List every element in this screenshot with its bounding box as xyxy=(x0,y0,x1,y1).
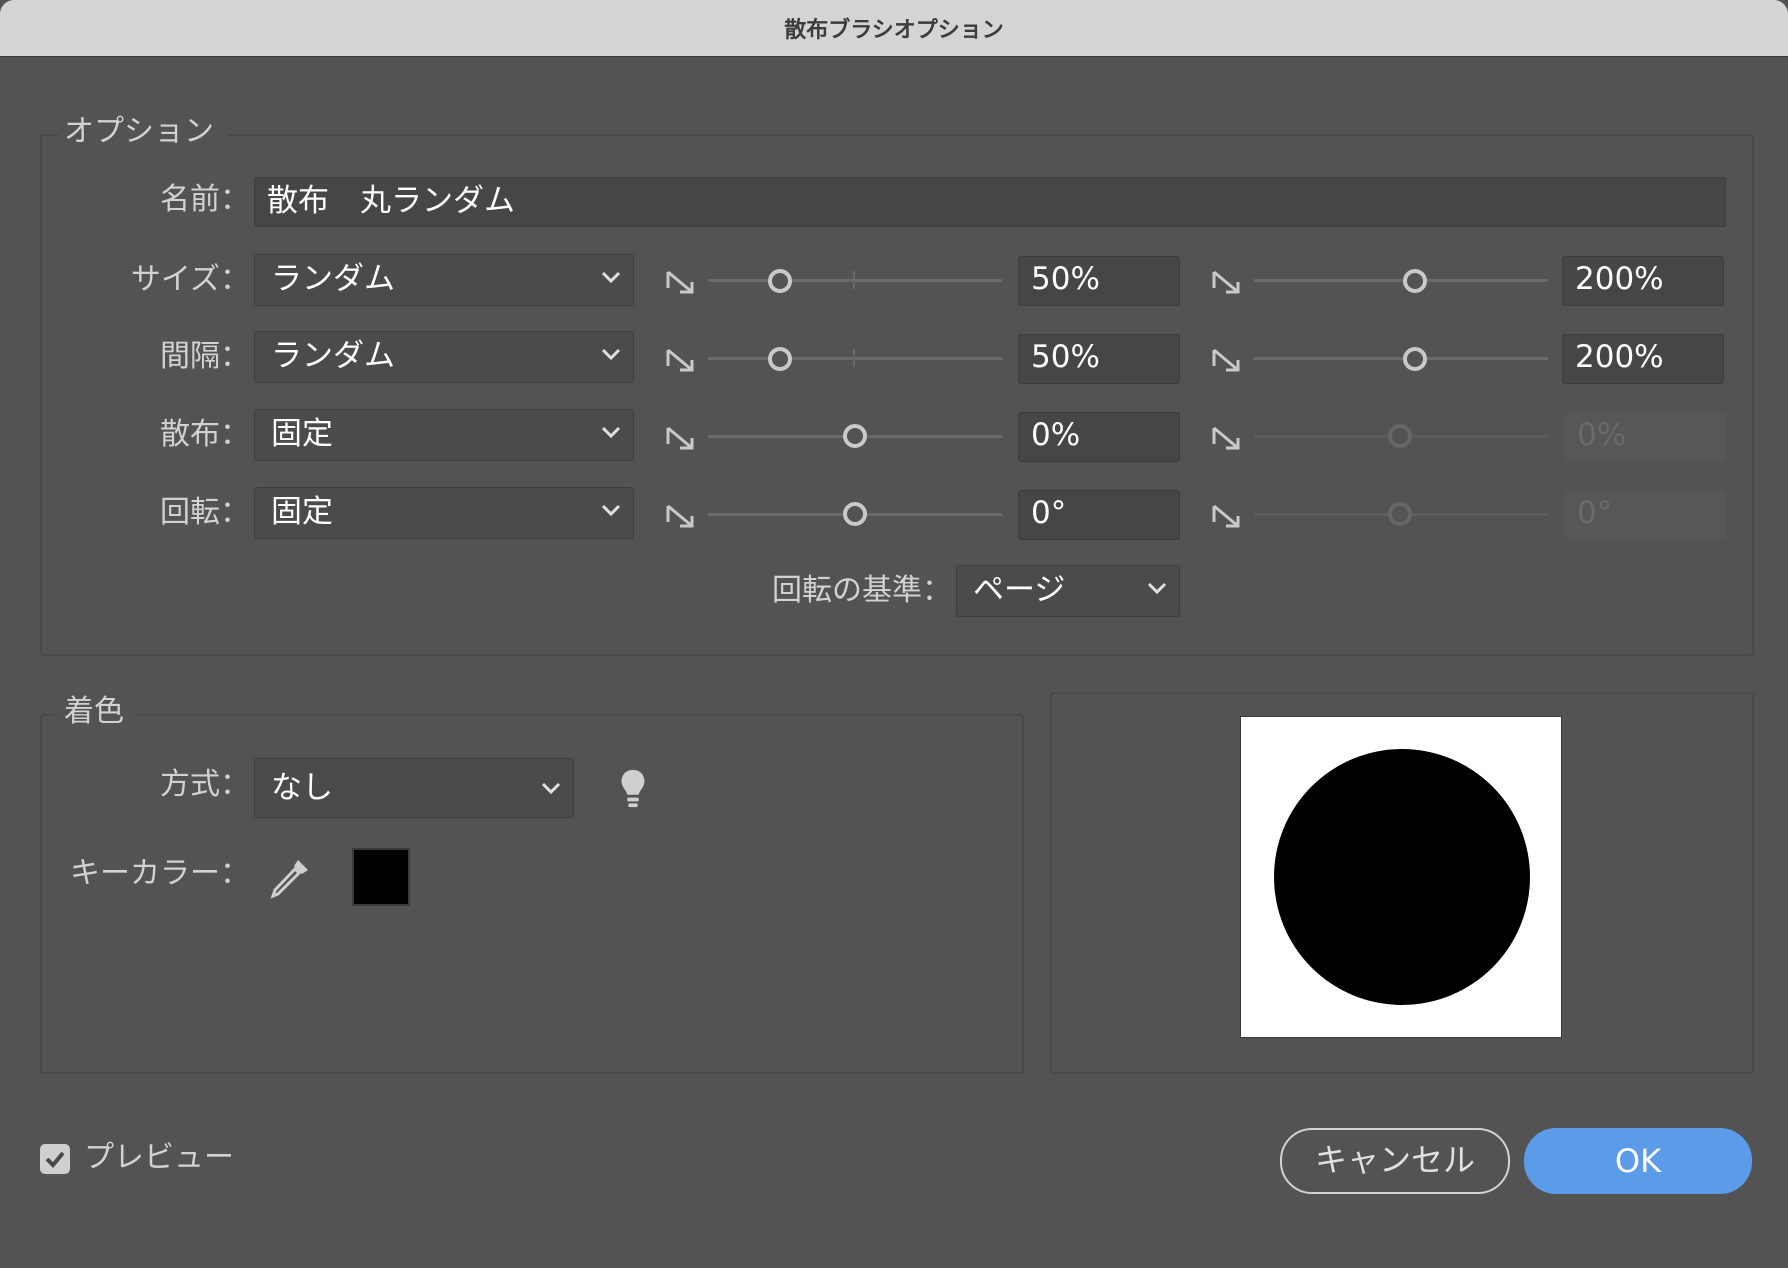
spacing-mode-select[interactable]: ランダム xyxy=(254,331,634,383)
spacing-min-track[interactable] xyxy=(708,357,1002,360)
method-value: なし xyxy=(271,770,333,806)
spacing-max-track[interactable] xyxy=(1254,357,1548,360)
rotation-min-knob[interactable] xyxy=(843,502,867,526)
rotation-mode-select[interactable]: 固定 xyxy=(254,487,634,539)
ok-button[interactable]: OK xyxy=(1524,1128,1752,1194)
chevron-down-icon xyxy=(601,271,621,284)
options-legend: オプション xyxy=(58,112,228,152)
chevron-down-icon xyxy=(541,782,561,795)
scatter-min-input[interactable]: 0% xyxy=(1018,412,1180,462)
preview-checkbox[interactable] xyxy=(40,1144,70,1174)
scatter-mode-select[interactable]: 固定 xyxy=(254,409,634,461)
name-label: 名前： xyxy=(160,182,250,217)
rotation-ref-select[interactable]: ページ xyxy=(956,565,1180,617)
scatter-mode-value: 固定 xyxy=(271,416,333,452)
rotation-ref-value: ページ xyxy=(973,572,1066,608)
size-min-input[interactable]: 50% xyxy=(1018,256,1180,306)
eyedropper-icon[interactable] xyxy=(268,856,312,900)
spacing-min-knob[interactable] xyxy=(768,347,792,371)
rotation-max-knob xyxy=(1388,502,1412,526)
size-min-track[interactable] xyxy=(708,279,1002,282)
rotation-max-input: 0° xyxy=(1564,490,1726,540)
spacing-min-input[interactable]: 50% xyxy=(1018,334,1180,384)
circle-brush-shape xyxy=(1274,749,1530,1005)
unlink-pressure-icon[interactable] xyxy=(664,422,696,452)
rotation-min-input[interactable]: 0° xyxy=(1018,490,1180,540)
rotation-mode-value: 固定 xyxy=(271,494,333,530)
brush-preview xyxy=(1240,716,1562,1038)
spacing-max-input[interactable]: 200% xyxy=(1562,334,1724,384)
preview-label[interactable]: プレビュー xyxy=(84,1138,234,1178)
rotation-label: 回転： xyxy=(160,495,250,530)
size-max-knob[interactable] xyxy=(1403,269,1427,293)
size-max-input[interactable]: 200% xyxy=(1562,256,1724,306)
unlink-pressure-icon[interactable] xyxy=(664,500,696,530)
chevron-down-icon xyxy=(601,426,621,439)
cancel-button[interactable]: キャンセル xyxy=(1280,1128,1510,1194)
spacing-label: 間隔： xyxy=(160,339,250,374)
lightbulb-icon[interactable] xyxy=(618,768,648,810)
chevron-down-icon xyxy=(601,348,621,361)
unlink-pressure-icon xyxy=(1212,426,1240,450)
chevron-down-icon xyxy=(1147,582,1167,595)
key-color-swatch[interactable] xyxy=(352,848,410,906)
unlink-pressure-icon[interactable] xyxy=(664,344,696,374)
coloring-legend: 着色 xyxy=(58,692,138,732)
key-color-label: キーカラー： xyxy=(70,856,250,891)
scatter-min-knob[interactable] xyxy=(843,424,867,448)
unlink-pressure-icon[interactable] xyxy=(1210,344,1242,374)
size-mode-value: ランダム xyxy=(271,261,395,297)
unlink-pressure-icon[interactable] xyxy=(664,266,696,296)
size-label: サイズ： xyxy=(130,262,250,297)
spacing-mode-value: ランダム xyxy=(271,338,395,374)
scatter-max-input: 0% xyxy=(1564,412,1726,462)
method-label: 方式： xyxy=(160,767,250,802)
size-max-track[interactable] xyxy=(1254,279,1548,282)
rotation-ref-label: 回転の基準： xyxy=(772,573,952,608)
scatter-max-knob xyxy=(1388,424,1412,448)
size-min-knob[interactable] xyxy=(768,269,792,293)
size-min-tick xyxy=(853,271,855,289)
spacing-min-tick xyxy=(853,349,855,367)
name-input[interactable]: 散布 丸ランダム xyxy=(254,177,1726,227)
scatter-label: 散布： xyxy=(160,417,250,452)
window-title: 散布ブラシオプション xyxy=(0,0,1788,57)
unlink-pressure-icon[interactable] xyxy=(1210,266,1242,296)
spacing-max-knob[interactable] xyxy=(1403,347,1427,371)
unlink-pressure-icon xyxy=(1212,504,1240,528)
checkmark-icon xyxy=(45,1151,65,1168)
chevron-down-icon xyxy=(601,504,621,517)
size-mode-select[interactable]: ランダム xyxy=(254,254,634,306)
method-select[interactable]: なし xyxy=(254,758,574,818)
